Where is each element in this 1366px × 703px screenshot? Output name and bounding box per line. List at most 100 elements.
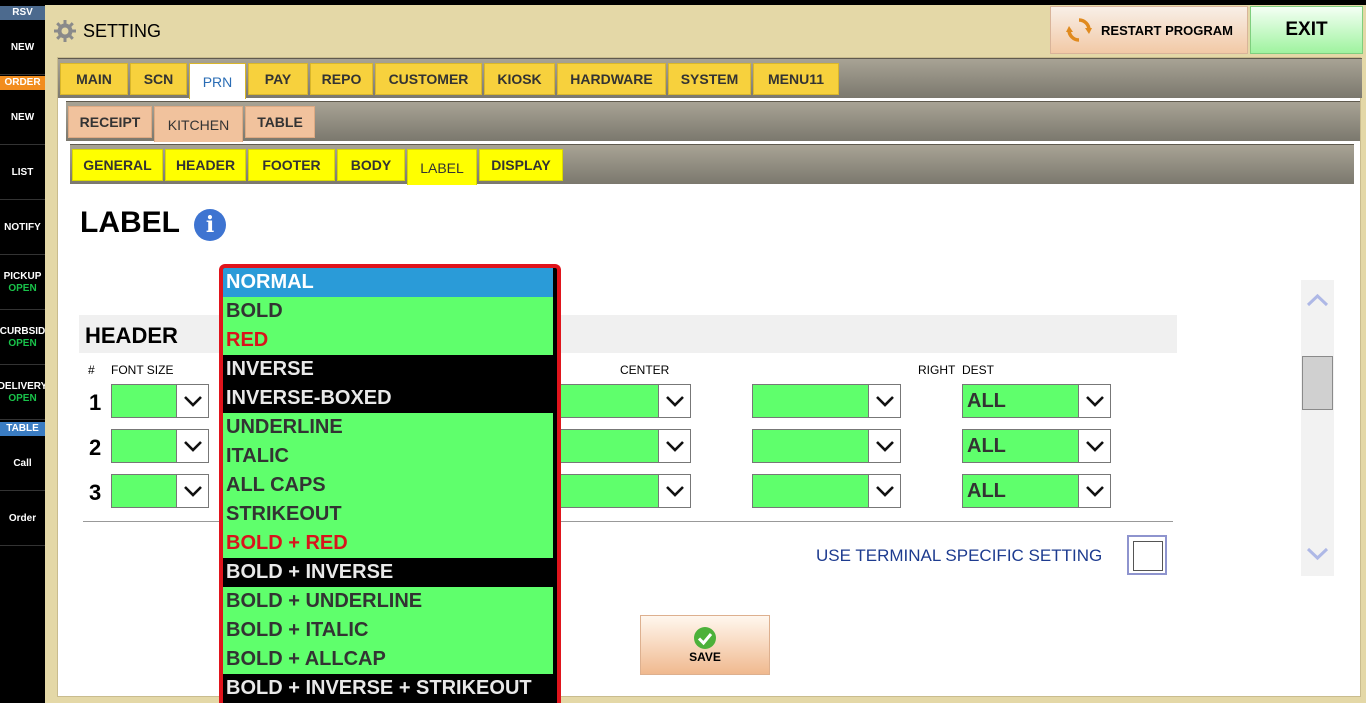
sidebar-item-label: DELIVERY — [0, 381, 45, 392]
tab-display[interactable]: DISPLAY — [479, 149, 563, 181]
dropdown-option[interactable]: INVERSE — [223, 355, 553, 384]
dropdown-option[interactable]: NORMAL — [223, 268, 553, 297]
sidebar-item-rsv-new[interactable]: NEW — [0, 21, 45, 75]
tab-label[interactable]: LABEL — [407, 149, 477, 185]
tab-table[interactable]: TABLE — [245, 106, 315, 138]
sidebar-item-label: Call — [13, 458, 32, 469]
center-style-select[interactable] — [558, 384, 691, 418]
scrollbar[interactable] — [1301, 280, 1334, 576]
chevron-down-icon — [658, 430, 690, 462]
restart-program-label: RESTART PROGRAM — [1101, 22, 1233, 38]
exit-label: EXIT — [1285, 19, 1328, 40]
dropdown-option[interactable]: ALL CAPS — [223, 471, 553, 500]
checkmark-icon — [694, 627, 716, 649]
gear-icon — [54, 20, 76, 42]
dropdown-option[interactable]: BOLD + INVERSE + STRIKEOUT — [223, 674, 553, 703]
dest-value: ALL — [967, 480, 1006, 502]
tab-scn[interactable]: SCN — [130, 63, 187, 95]
chevron-down-icon — [1078, 385, 1110, 417]
tab-kitchen[interactable]: KITCHEN — [154, 106, 243, 142]
dest-select[interactable]: ALL — [962, 474, 1111, 508]
row-number: 1 — [89, 390, 102, 415]
tab-body[interactable]: BODY — [337, 149, 405, 181]
chevron-down-icon — [1078, 475, 1110, 507]
tab-main[interactable]: MAIN — [60, 63, 128, 95]
tab-receipt[interactable]: RECEIPT — [68, 106, 152, 138]
dropdown-option[interactable]: BOLD — [223, 297, 553, 326]
sidebar-header-table: TABLE — [0, 422, 45, 436]
sidebar-item-notify[interactable]: NOTIFY — [0, 201, 45, 255]
sidebar-item-list[interactable]: LIST — [0, 146, 45, 200]
dropdown-option[interactable]: BOLD + INVERSE — [223, 558, 553, 587]
tab-pay[interactable]: PAY — [248, 63, 308, 95]
sidebar-item-status: OPEN — [8, 338, 37, 349]
dropdown-option[interactable]: BOLD + RED — [223, 529, 553, 558]
sidebar-item-label: NEW — [10, 112, 35, 123]
column-header-font-size: FONT SIZE — [111, 363, 174, 377]
dest-select[interactable]: ALL — [962, 384, 1111, 418]
sidebar-item-status: OPEN — [8, 393, 37, 404]
chevron-down-icon — [176, 475, 208, 507]
column-header-right: RIGHT — [918, 363, 956, 377]
sidebar-item-order-new[interactable]: NEW — [0, 91, 45, 145]
sidebar-item-pickup[interactable]: PICKUP OPEN — [0, 256, 45, 310]
column-header-dest: DEST — [962, 363, 995, 377]
scrollbar-thumb[interactable] — [1302, 356, 1333, 410]
section-title: HEADER — [85, 323, 178, 348]
chevron-up-icon[interactable] — [1301, 288, 1334, 314]
tab-footer[interactable]: FOOTER — [248, 149, 335, 181]
dropdown-option[interactable]: STRIKEOUT — [223, 500, 553, 529]
tab-system[interactable]: SYSTEM — [668, 63, 751, 95]
sidebar-item-order[interactable]: Order — [0, 492, 45, 546]
row-number: 2 — [89, 435, 102, 460]
right-style-select[interactable] — [752, 384, 901, 418]
chevron-down-icon — [176, 385, 208, 417]
app-window: RSV NEW ORDER NEW LIST NOTIFY PICKUP OPE… — [0, 0, 1366, 703]
right-style-select[interactable] — [752, 429, 901, 463]
tab-hardware[interactable]: HARDWARE — [557, 63, 666, 95]
sidebar-item-curbside[interactable]: CURBSID OPEN — [0, 311, 45, 365]
sidebar-item-call[interactable]: Call — [0, 437, 45, 491]
dest-value: ALL — [967, 435, 1006, 457]
dropdown-option[interactable]: BOLD + UNDERLINE — [223, 587, 553, 616]
column-header-num: # — [88, 363, 95, 377]
tab-general[interactable]: GENERAL — [72, 149, 163, 181]
font-size-select[interactable] — [111, 384, 209, 418]
tab-customer[interactable]: CUSTOMER — [375, 63, 482, 95]
tabs-prn: RECEIPT KITCHEN TABLE — [66, 101, 1360, 142]
dropdown-option[interactable]: INVERSE-BOXED — [223, 384, 553, 413]
right-style-select[interactable] — [752, 474, 901, 508]
save-button[interactable]: SAVE — [640, 615, 770, 675]
terminal-specific-checkbox[interactable] — [1127, 535, 1167, 575]
sidebar-item-delivery[interactable]: DELIVERY OPEN — [0, 366, 45, 420]
exit-button[interactable]: EXIT — [1250, 6, 1363, 54]
font-size-select[interactable] — [111, 474, 209, 508]
restart-program-button[interactable]: RESTART PROGRAM — [1050, 6, 1248, 54]
dropdown-option[interactable]: BOLD + ITALIC — [223, 616, 553, 645]
terminal-specific-label: USE TERMINAL SPECIFIC SETTING — [816, 546, 1103, 565]
tab-repo[interactable]: REPO — [310, 63, 373, 95]
sidebar-item-label: NOTIFY — [4, 222, 41, 233]
chevron-down-icon — [868, 385, 900, 417]
tab-prn[interactable]: PRN — [189, 63, 246, 99]
tab-menu11[interactable]: MENU11 — [753, 63, 839, 95]
sidebar-item-label: LIST — [11, 167, 34, 178]
center-style-select[interactable] — [558, 474, 691, 508]
chevron-down-icon[interactable] — [1301, 540, 1334, 566]
chevron-down-icon — [1078, 430, 1110, 462]
dropdown-option[interactable]: ITALIC — [223, 442, 553, 471]
dest-select[interactable]: ALL — [962, 429, 1111, 463]
info-icon[interactable]: i — [194, 209, 226, 241]
dropdown-option[interactable]: UNDERLINE — [223, 413, 553, 442]
chevron-down-icon — [658, 385, 690, 417]
save-label: SAVE — [689, 650, 721, 664]
dropdown-option[interactable]: BOLD + ALLCAP — [223, 645, 553, 674]
sidebar-item-label: Order — [8, 513, 37, 524]
tab-header[interactable]: HEADER — [165, 149, 246, 181]
tab-kiosk[interactable]: KIOSK — [484, 63, 555, 95]
font-size-select[interactable] — [111, 429, 209, 463]
sidebar-item-label: CURBSID — [0, 326, 45, 337]
sidebar-header-order: ORDER — [0, 76, 45, 90]
dropdown-option[interactable]: RED — [223, 326, 553, 355]
center-style-select[interactable] — [558, 429, 691, 463]
